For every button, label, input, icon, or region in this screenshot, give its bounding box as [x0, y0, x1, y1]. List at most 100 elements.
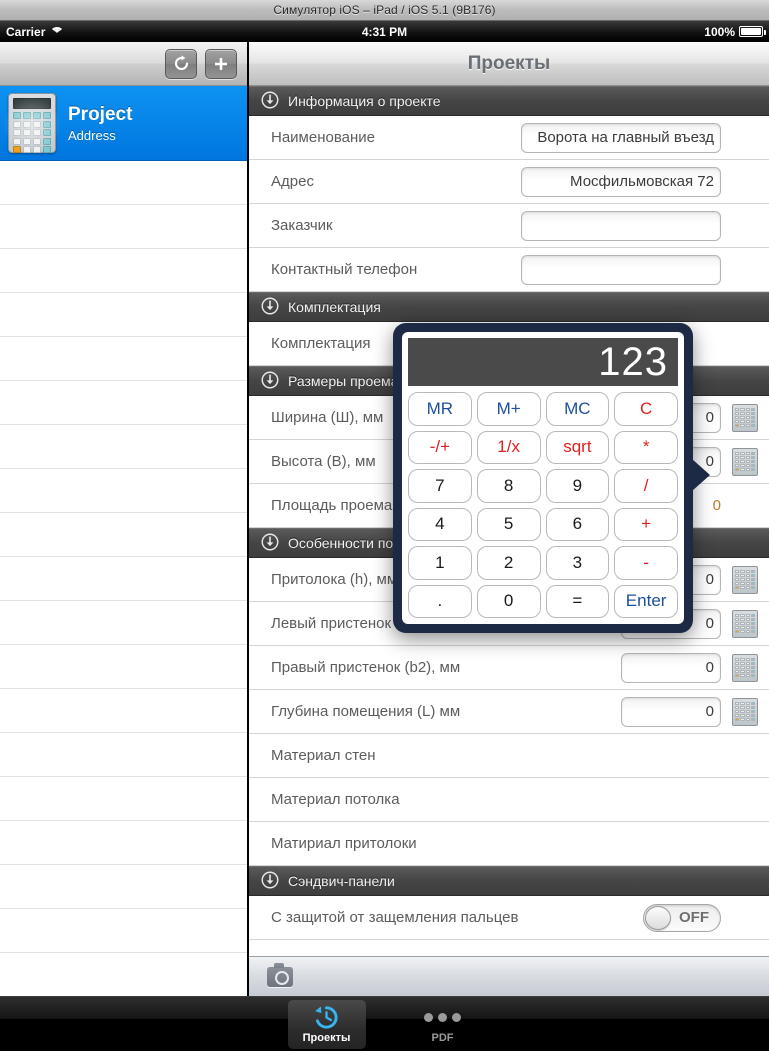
calculator-key-[interactable]: -/+ — [408, 430, 472, 464]
row-calculator-icon[interactable] — [728, 445, 762, 478]
table-row[interactable]: Глубина помещения (L) мм 0 — [249, 690, 769, 734]
row-calculator-icon[interactable] — [728, 695, 762, 728]
table-row[interactable]: Матириал притолоки — [249, 822, 769, 866]
arrow-down-circle-icon — [261, 297, 279, 318]
row-input-field[interactable]: 0 — [621, 652, 721, 683]
row-calculator-button[interactable] — [728, 445, 762, 478]
row-label: С защитой от защемления пальцев — [271, 909, 519, 926]
calculator-popover[interactable]: 123 MR M+ MC C -/+ 1/x sqrt * 7 8 9/4 5 6 +1 2 3-. 0 = Ent… — [393, 323, 710, 633]
row-input-field[interactable]: Ворота на главный въезд — [521, 122, 721, 153]
tab-pdf[interactable]: PDF — [404, 1000, 482, 1049]
ios-status-bar: Carrier 4:31 PM 100% — [0, 21, 769, 42]
row-label: Материал стен — [271, 747, 376, 764]
calculator-key-1x[interactable]: 1/x — [476, 430, 541, 464]
calculator-key-M[interactable]: M+ — [476, 392, 541, 426]
tab-bar[interactable]: Проекты PDF — [0, 996, 769, 1051]
calculator-key-1[interactable]: 1 — [408, 546, 472, 580]
sidebar-item-project[interactable]: Project Address — [0, 86, 247, 161]
calculator-key-5[interactable]: 5 — [476, 507, 541, 541]
table-row[interactable]: Адрес Мосфильмовская 72 — [249, 160, 769, 204]
row-calculator-button[interactable] — [728, 695, 762, 728]
status-bar-right: 100% — [704, 24, 766, 39]
table-row[interactable]: Наименование Ворота на главный въезд — [249, 116, 769, 160]
arrow-down-circle-icon — [261, 91, 279, 112]
tab-projects-label: Проекты — [302, 1032, 351, 1044]
popover-arrow — [692, 459, 710, 491]
carrier-label: Carrier — [6, 24, 46, 39]
arrow-down-circle-icon — [261, 371, 279, 392]
row-calculator-icon[interactable] — [728, 607, 762, 640]
page-title: Проекты — [467, 52, 551, 74]
row-input-field[interactable] — [521, 254, 721, 285]
row-label: Глубина помещения (L) мм — [271, 703, 461, 720]
status-bar-time: 4:31 PM — [361, 24, 408, 39]
camera-icon[interactable] — [267, 962, 293, 987]
calculator-key-C[interactable]: C — [614, 392, 678, 426]
battery-percent-label: 100% — [704, 24, 735, 39]
row-label: Материал потолка — [271, 791, 400, 808]
row-label: Матириал притолоки — [271, 835, 417, 852]
tab-projects[interactable]: Проекты — [287, 999, 366, 1049]
row-calculator-button[interactable] — [728, 401, 762, 434]
section-header-label: Размеры проема — [288, 373, 399, 389]
section-header-label: Комплектация — [288, 299, 381, 315]
section-header[interactable]: Комплектация — [249, 292, 769, 322]
row-calculator-icon[interactable] — [728, 651, 762, 684]
table-row[interactable]: Правый пристенок (b2), мм 0 — [249, 646, 769, 690]
sidebar-master-pane: Project Address — [0, 42, 248, 996]
calculator-keypad[interactable]: MR M+ MC C -/+ 1/x sqrt * 7 8 9/ 4 5 6 +1 2 3-. 0 = Enter — [406, 390, 680, 620]
table-row[interactable]: Материал стен — [249, 734, 769, 778]
row-input-field[interactable]: 0 — [621, 696, 721, 727]
calculator-key-8[interactable]: 8 — [476, 469, 541, 503]
table-row[interactable]: Материал потолка — [249, 778, 769, 822]
section-header[interactable]: Сэндвич-панели — [249, 866, 769, 896]
calculator-key-[interactable]: . — [408, 584, 472, 618]
table-row[interactable]: Контактный телефон — [249, 248, 769, 292]
calculator-key-[interactable]: * — [614, 430, 678, 464]
add-project-button[interactable] — [205, 48, 237, 79]
calculator-key-Enter[interactable]: Enter — [614, 584, 678, 618]
calculator-key-0[interactable]: 0 — [476, 584, 541, 618]
section-header[interactable]: Информация о проекте — [249, 86, 769, 116]
row-calculator-button[interactable] — [728, 607, 762, 640]
finger-protection-toggle[interactable]: OFF — [643, 903, 721, 932]
row-label: Заказчик — [271, 217, 333, 234]
table-row[interactable]: Заказчик — [249, 204, 769, 248]
toggle-state-label: OFF — [679, 909, 709, 926]
calculator-key-[interactable]: / — [614, 469, 678, 503]
section-header-label: Информация о проекте — [288, 93, 441, 109]
row-calculator-button[interactable] — [728, 563, 762, 596]
row-calculator-icon[interactable] — [728, 401, 762, 434]
calculator-key-4[interactable]: 4 — [408, 507, 472, 541]
calculator-key-sqrt[interactable]: sqrt — [545, 430, 610, 464]
calculator-key-6[interactable]: 6 — [545, 507, 610, 541]
row-input-field[interactable] — [521, 210, 721, 241]
row-input-field[interactable]: Мосфильмовская 72 — [521, 166, 721, 197]
more-dots-icon — [424, 1005, 461, 1031]
tab-pdf-label: PDF — [431, 1031, 454, 1044]
row-label: Контактный телефон — [271, 261, 418, 278]
table-row[interactable]: С защитой от защемления пальцев OFF — [249, 896, 769, 940]
simulator-title-bar: Симулятор iOS – iPad / iOS 5.1 (9B176) — [0, 0, 769, 21]
row-calculator-icon[interactable] — [728, 563, 762, 596]
calculator-key-9[interactable]: 9 — [545, 469, 610, 503]
sidebar-item-title: Project — [68, 103, 133, 125]
row-label: Адрес — [271, 173, 314, 190]
toggle-knob — [645, 905, 671, 930]
calculator-key-7[interactable]: 7 — [408, 469, 472, 503]
calculator-key-2[interactable]: 2 — [476, 546, 541, 580]
calculator-display: 123 — [408, 338, 678, 386]
history-clock-icon — [315, 1006, 338, 1029]
arrow-down-circle-icon — [261, 871, 279, 892]
row-calculator-button[interactable] — [728, 651, 762, 684]
calculator-key-MC[interactable]: MC — [545, 392, 610, 426]
detail-bottom-toolbar — [249, 956, 769, 996]
calculator-key-[interactable]: - — [614, 546, 678, 580]
calculator-key-MR[interactable]: MR — [408, 392, 472, 426]
refresh-button[interactable] — [165, 48, 197, 79]
calculator-key-[interactable]: = — [545, 584, 610, 618]
battery-icon — [739, 26, 766, 37]
calculator-key-[interactable]: + — [614, 507, 678, 541]
calculator-key-3[interactable]: 3 — [545, 546, 610, 580]
section-header-label: Сэндвич-панели — [288, 873, 395, 889]
